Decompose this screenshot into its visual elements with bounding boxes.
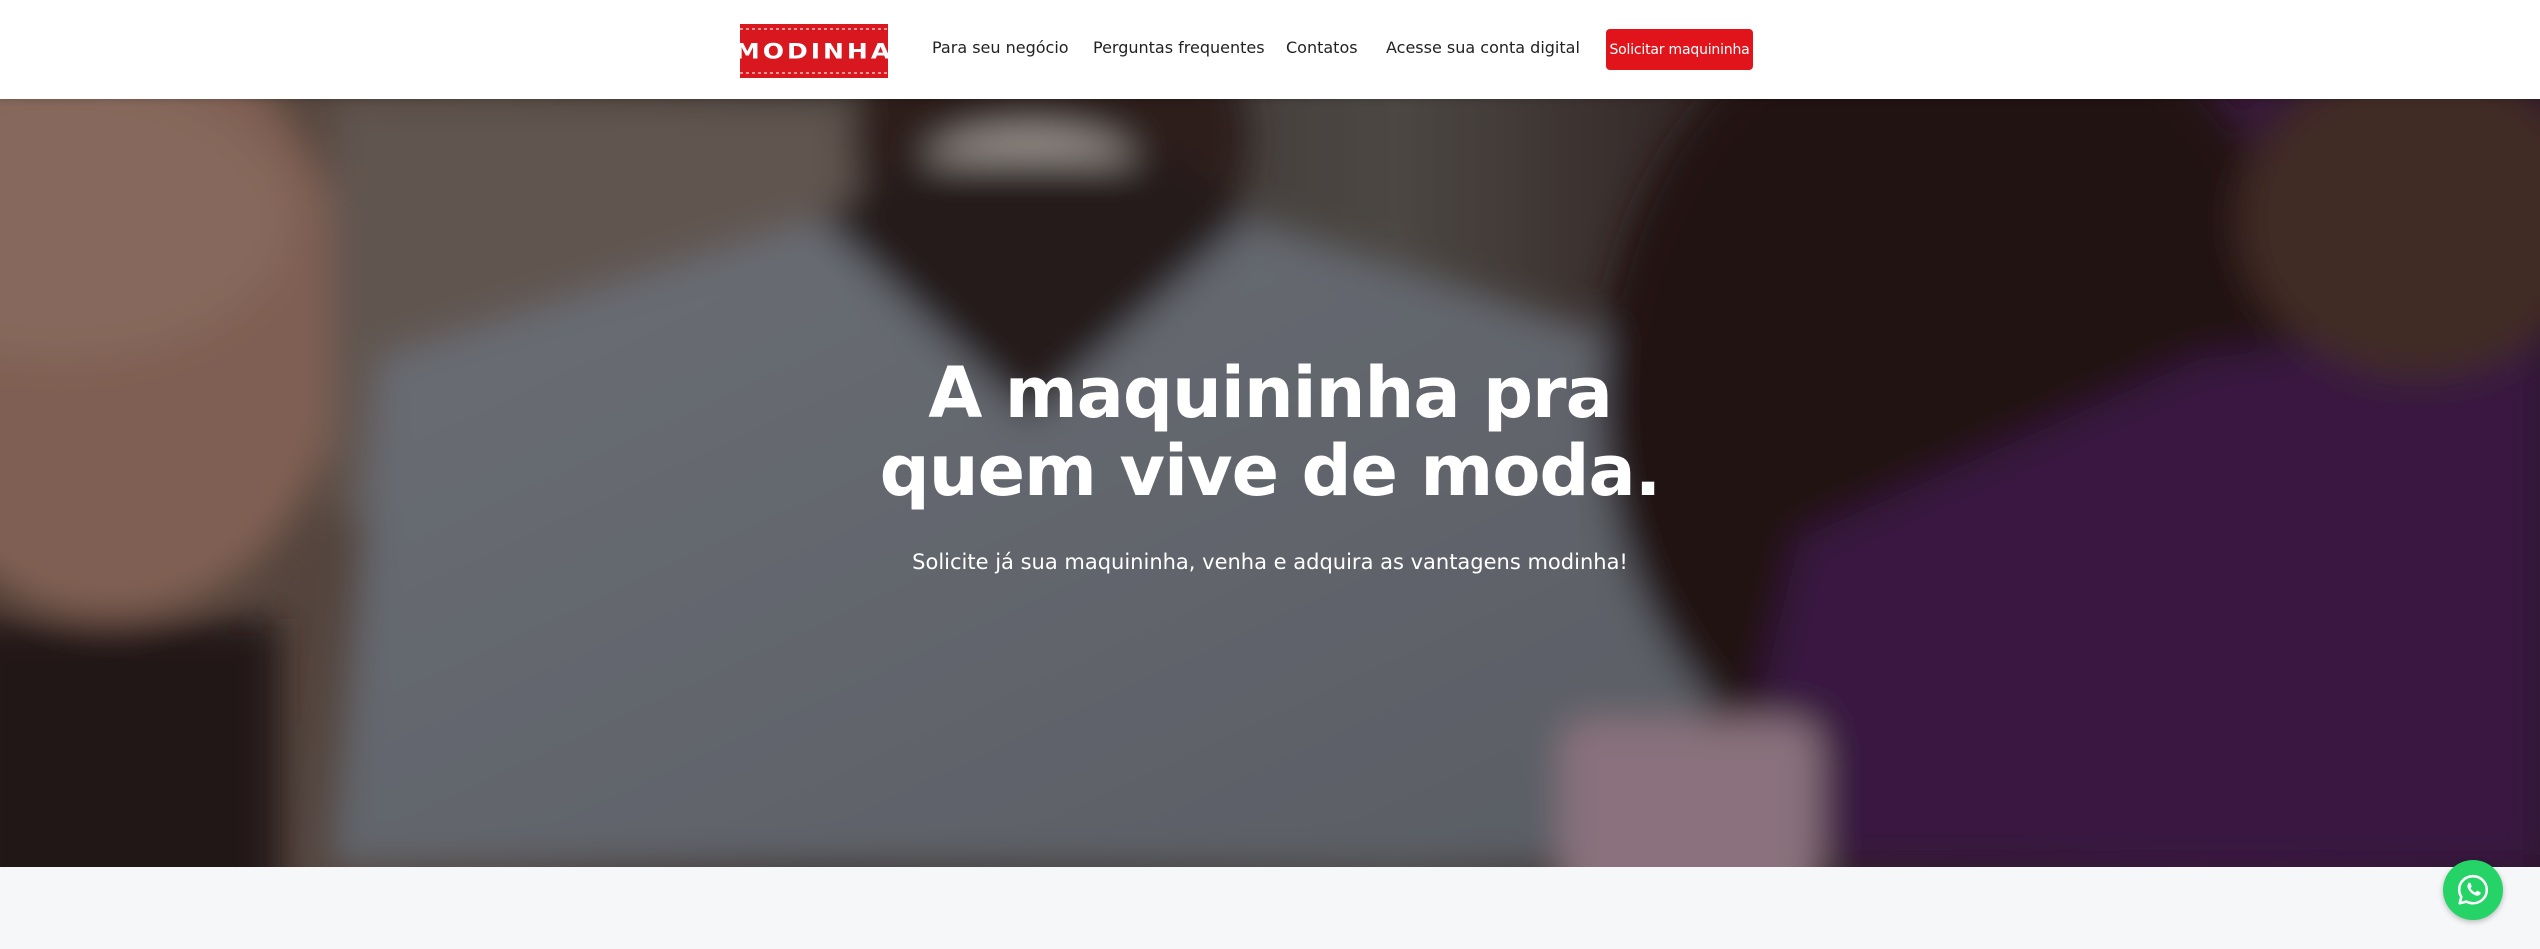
nav-link-para-seu-negocio[interactable]: Para seu negócio — [932, 38, 1069, 57]
site-header: MODINHA Para seu negócio Perguntas frequ… — [0, 0, 2540, 99]
hero-subtitle: Solicite já sua maquininha, venha e adqu… — [912, 550, 1628, 574]
nav-link-perguntas-frequentes[interactable]: Perguntas frequentes — [1093, 38, 1265, 57]
solicitar-maquininha-button[interactable]: Solicitar maquininha — [1606, 29, 1753, 70]
hero-banner: A maquininha pra quem vive de moda. Soli… — [0, 99, 2540, 867]
hero-title-line-2: quem vive de moda. — [879, 430, 1662, 512]
whatsapp-button[interactable] — [2443, 860, 2503, 920]
nav-link-contatos[interactable]: Contatos — [1286, 38, 1358, 57]
whatsapp-icon — [2457, 874, 2489, 905]
nav-link-conta-digital[interactable]: Acesse sua conta digital — [1386, 38, 1580, 57]
next-section — [0, 867, 2540, 949]
hero-title: A maquininha pra quem vive de moda. — [770, 354, 1770, 510]
hero-title-line-1: A maquininha pra — [928, 352, 1613, 434]
main-nav: Para seu negócio Perguntas frequentes Co… — [0, 0, 2540, 99]
